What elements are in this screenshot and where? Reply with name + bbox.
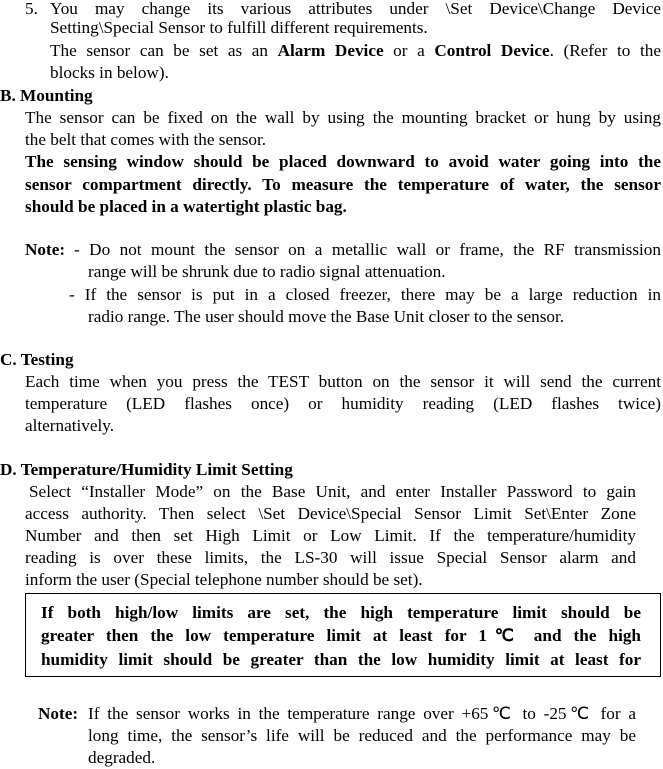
limit-line3: Number and then set High Limit or Low Li… (25, 526, 636, 545)
item5-number: 5. (25, 0, 38, 18)
alarm-device-term: Alarm Device (277, 41, 384, 60)
limit-note-line3: degraded. (88, 748, 156, 767)
limit-note-label: Note: (38, 704, 79, 723)
testing-heading: C. Testing (0, 350, 74, 369)
control-device-term: Control Device (434, 41, 550, 60)
mounting-note1-line2: range will be shrunk due to radio signal… (88, 262, 446, 281)
item5-line3-post: . (Refer to the (549, 41, 661, 60)
limit-heading: D. Temperature/Humidity Limit Setting (0, 460, 293, 479)
mounting-note2-line2: radio range. The user should move the Ba… (88, 307, 565, 326)
mounting-note2-line1: - If the sensor is put in a closed freez… (69, 285, 661, 304)
limit-line2: access authority. Then select \Set Devic… (25, 504, 636, 523)
mounting-p2-line3: should be placed in a watertight plastic… (25, 197, 347, 216)
limit-line1: Select “Installer Mode” on the Base Unit… (29, 482, 636, 501)
item5-line3: The sensor can be set as an Alarm Device… (50, 40, 661, 62)
testing-line2: temperature (LED flashes once) or humidi… (25, 394, 661, 413)
limit-note-line1: If the sensor works in the temperature r… (88, 704, 636, 723)
mounting-p2-line1: The sensing window should be placed down… (25, 152, 661, 171)
mounting-note-label: Note: (25, 240, 66, 259)
item5-line3-pre: The sensor can be set as an (50, 41, 278, 60)
testing-line3: alternatively. (25, 416, 115, 435)
limit-line5: inform the user (Special telephone numbe… (25, 570, 423, 589)
mounting-p1-line1: The sensor can be fixed on the wall by u… (25, 108, 661, 127)
warning-line3: humidity limit should be greater than th… (41, 650, 641, 669)
item5-line3-mid: or a (383, 41, 435, 60)
mounting-p1-line2: the belt that comes with the sensor. (25, 130, 267, 149)
warning-line1: If both high/low limits are set, the hig… (41, 603, 641, 622)
mounting-note1-line1: - Do not mount the sensor on a metallic … (74, 240, 661, 259)
item5-line2: Setting\Special Sensor to fulfill differ… (50, 18, 428, 37)
warning-line2: greater then the low temperature limit a… (41, 626, 641, 645)
mounting-p2-line2: sensor compartment directly. To measure … (25, 175, 661, 194)
testing-line1: Each time when you press the TEST button… (25, 372, 661, 391)
limit-line4: reading is over these limits, the LS-30 … (25, 548, 636, 567)
item5-line4: blocks in below). (50, 63, 169, 82)
mounting-heading: B. Mounting (0, 86, 93, 105)
limit-note-line2: long time, the sensor’s life will be red… (88, 726, 636, 745)
